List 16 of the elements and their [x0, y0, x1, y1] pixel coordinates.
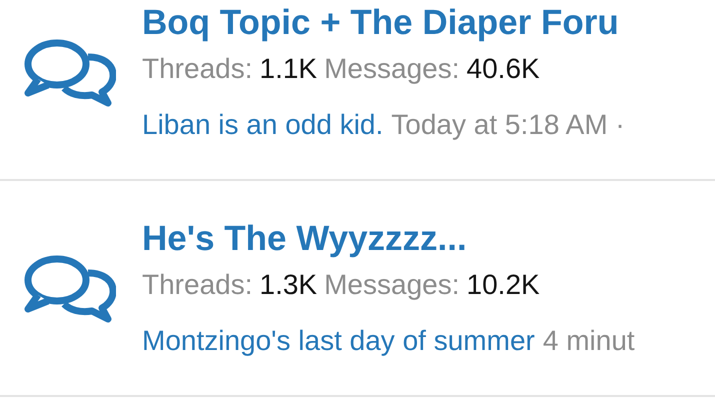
latest-thread-link[interactable]: Montzingo's last day of summer [142, 323, 535, 359]
threads-count: 1.1K [260, 52, 318, 86]
latest-post-time: Today at 5:18 AM · [391, 108, 625, 142]
chat-bubbles-icon [24, 37, 116, 107]
messages-label: Messages: [324, 52, 460, 86]
chat-bubbles-icon [24, 253, 116, 323]
forum-title[interactable]: Boq Topic + The Diaper Foru [142, 1, 625, 45]
messages-count: 10.2K [466, 268, 540, 302]
messages-count: 40.6K [466, 52, 540, 86]
latest-post-time: 4 minut [542, 324, 635, 358]
threads-label: Threads: [142, 268, 252, 302]
messages-label: Messages: [324, 268, 460, 302]
threads-label: Threads: [142, 52, 252, 86]
forum-title[interactable]: He's The Wyyzzzz... [142, 217, 635, 261]
latest-thread-link[interactable]: Liban is an odd kid. [142, 107, 384, 143]
threads-count: 1.3K [260, 268, 318, 302]
